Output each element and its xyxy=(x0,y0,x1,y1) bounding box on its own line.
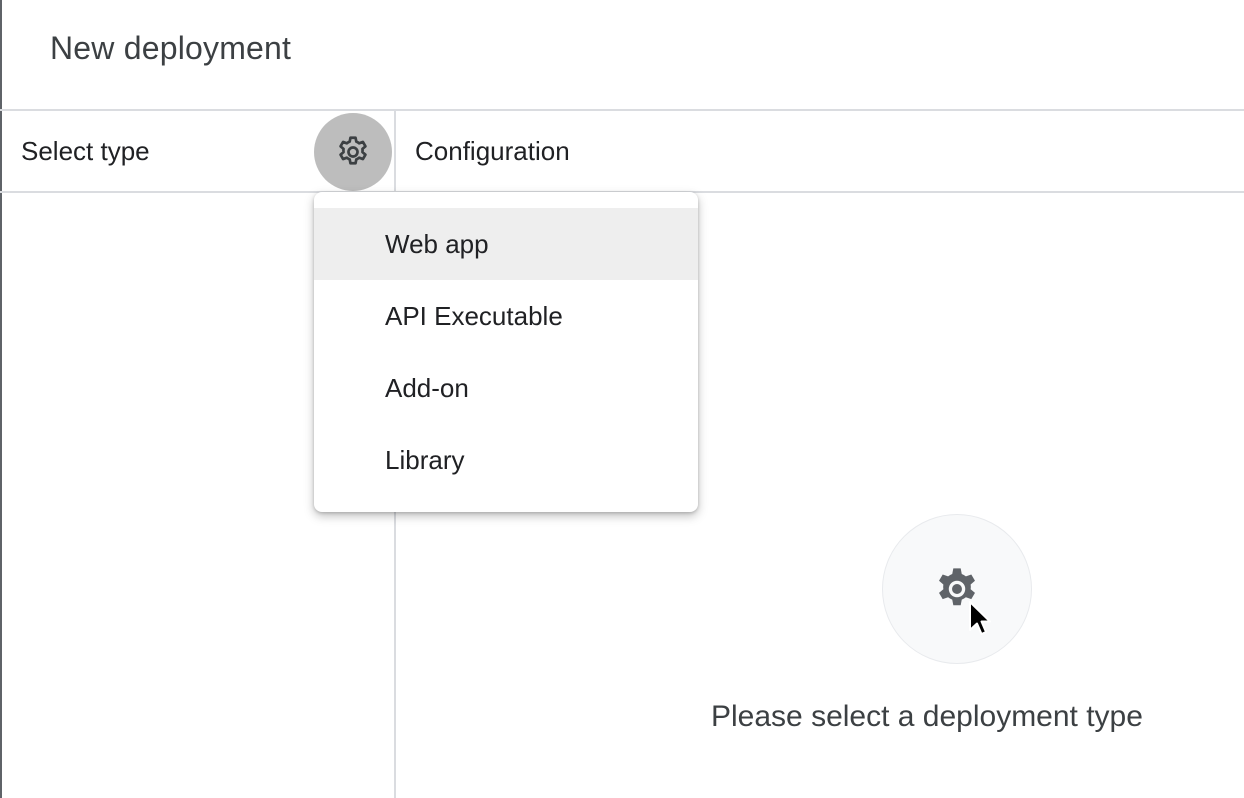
deployment-type-menu: Web app API Executable Add-on Library xyxy=(314,192,698,512)
dialog-title: New deployment xyxy=(50,30,292,66)
header-divider xyxy=(0,109,1244,111)
empty-state-message: Please select a deployment type xyxy=(711,700,1143,733)
menu-item-api-executable[interactable]: API Executable xyxy=(314,280,698,352)
menu-item-add-on[interactable]: Add-on xyxy=(314,352,698,424)
menu-item-library[interactable]: Library xyxy=(314,424,698,496)
select-type-label: Select type xyxy=(21,136,150,166)
dialog-left-border xyxy=(0,0,2,798)
deployment-dialog: New deployment Select type Configuration… xyxy=(0,0,1244,798)
gear-icon xyxy=(339,136,367,165)
empty-state-illustration xyxy=(882,514,1032,664)
configuration-label: Configuration xyxy=(415,136,570,166)
select-type-button[interactable] xyxy=(314,113,392,191)
mouse-cursor-icon xyxy=(969,601,991,635)
menu-item-web-app[interactable]: Web app xyxy=(314,208,698,280)
